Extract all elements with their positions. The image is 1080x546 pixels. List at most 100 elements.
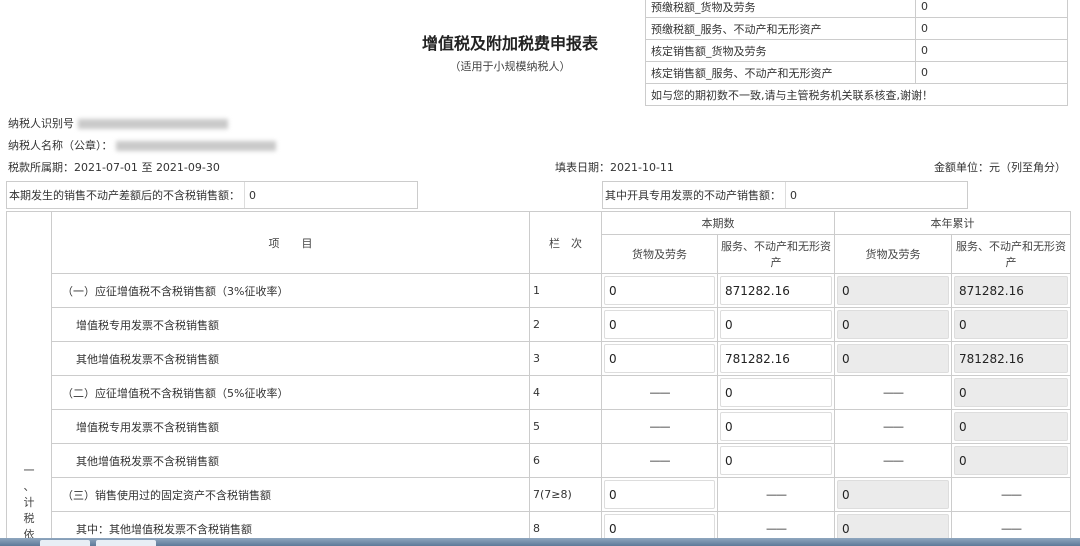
notice-label: 核定销售额_服务、不动产和无形资产 (645, 61, 916, 84)
side-char: 、 (23, 480, 35, 493)
col-group-current: 本期数 (601, 211, 835, 235)
notice-row: 核定销售额_货物及劳务 0 (645, 39, 1068, 62)
taxpayer-name-label: 纳税人名称（公章）： (8, 139, 113, 152)
col-header-lanci: 栏 次 (529, 211, 602, 274)
col-header-item: 项 目 (51, 211, 530, 274)
current-services-input[interactable]: 0 (720, 378, 832, 407)
not-applicable-dash: —— (601, 409, 718, 444)
current-goods-input[interactable]: 0 (604, 344, 715, 373)
prefill-notice-panel: 预缴税额_货物及劳务 0 预缴税额_服务、不动产和无形资产 0 核定销售额_货物… (645, 0, 1068, 106)
notice-label: 核定销售额_货物及劳务 (645, 39, 916, 62)
form-title: 增值税及附加税费申报表 (421, 34, 598, 53)
row-lanci: 3 (529, 341, 602, 376)
current-goods-input[interactable]: 0 (604, 480, 715, 509)
taxpayer-id-redacted (77, 119, 228, 129)
not-applicable-dash: —— (601, 375, 718, 410)
not-applicable-dash: —— (951, 477, 1071, 512)
form-subtitle: （适用于小规模纳税人） (449, 60, 571, 73)
side-char: 计 (23, 496, 35, 509)
tax-period-start: 2021-07-01 (74, 161, 138, 174)
col-header-ytd-goods: 货物及劳务 (834, 234, 952, 274)
ytd-services-field: 0 (954, 378, 1068, 407)
summary-left: 本期发生的销售不动产差额后的不含税销售额： 0 (6, 181, 418, 209)
row-lanci: 2 (529, 307, 602, 342)
not-applicable-dash: —— (834, 443, 952, 478)
ytd-goods-field: 0 (837, 480, 949, 509)
row-lanci: 1 (529, 273, 602, 308)
current-services-input[interactable]: 0 (720, 310, 832, 339)
not-applicable-dash: —— (601, 443, 718, 478)
table-row: 其他增值税发票不含税销售额 6 —— 0 —— 0 (7, 443, 1071, 478)
row-lanci: 4 (529, 375, 602, 410)
ytd-services-field: 871282.16 (954, 276, 1068, 305)
notice-row: 核定销售额_服务、不动产和无形资产 0 (645, 61, 1068, 84)
row-item-label: 其他增值税发票不含税销售额 (51, 443, 530, 478)
notice-value: 0 (915, 61, 1068, 84)
current-services-input[interactable]: 0 (720, 446, 832, 475)
tax-period: 税款所属期：2021-07-01 至 2021-09-30 (8, 159, 220, 175)
side-char: 税 (23, 512, 35, 525)
row-lanci: 6 (529, 443, 602, 478)
col-header-current-goods: 货物及劳务 (601, 234, 718, 274)
current-services-input[interactable]: 781282.16 (720, 344, 832, 373)
summary-left-label: 本期发生的销售不动产差额后的不含税销售额： (9, 189, 240, 202)
table-row: （三）销售使用过的固定资产不含税销售额 7(7≥8) 0 —— 0 —— (7, 477, 1071, 512)
col-header-current-services: 服务、不动产和无形资产 (717, 234, 835, 274)
row-lanci: 5 (529, 409, 602, 444)
current-goods-input[interactable]: 0 (604, 310, 715, 339)
summary-left-value[interactable]: 0 (244, 182, 256, 208)
fill-date: 填表日期：2021-10-11 (555, 159, 674, 175)
taxpayer-id-row: 纳税人识别号 (8, 115, 228, 131)
table-row: 增值税专用发票不含税销售额 5 —— 0 —— 0 (7, 409, 1071, 444)
ytd-goods-field: 0 (837, 344, 949, 373)
taxpayer-name-redacted (116, 141, 276, 151)
notice-message: 如与您的期初数不一致,请与主管税务机关联系核查,谢谢！ (645, 83, 1068, 106)
current-services-input[interactable]: 0 (720, 412, 832, 441)
table-header-row: 一 、 计 税 依 据 项 目 栏 次 本期数 本年累计 (6, 211, 1071, 546)
table-row: （二）应征增值税不含税销售额（5%征收率） 4 —— 0 —— 0 (7, 375, 1071, 410)
not-applicable-dash: —— (834, 375, 952, 410)
notice-value: 0 (915, 0, 1068, 18)
summary-right: 其中开具专用发票的不动产销售额： 0 (602, 181, 968, 209)
row-item-label: 增值税专用发票不含税销售额 (51, 409, 530, 444)
notice-value: 0 (915, 39, 1068, 62)
table-row: （一）应征增值税不含税销售额（3%征收率） 1 0 871282.16 0 87… (7, 273, 1071, 308)
not-applicable-dash: —— (834, 409, 952, 444)
ytd-goods-field: 0 (837, 310, 949, 339)
ytd-services-field: 0 (954, 412, 1068, 441)
tax-period-sep: 至 (141, 161, 153, 174)
amount-unit: 金额单位：元（列至角分） (934, 161, 1066, 174)
os-taskbar (0, 538, 1080, 546)
fill-date-value: 2021-10-11 (610, 161, 674, 174)
taskbar-app-button[interactable] (96, 540, 156, 546)
summary-right-label: 其中开具专用发票的不动产销售额： (605, 189, 781, 202)
ytd-services-field: 781282.16 (954, 344, 1068, 373)
ytd-goods-field: 0 (837, 276, 949, 305)
taxpayer-id-label: 纳税人识别号 (8, 117, 74, 130)
fill-date-label: 填表日期： (555, 161, 610, 174)
taskbar-app-button[interactable] (40, 540, 90, 546)
row-item-label: 其他增值税发票不含税销售额 (51, 341, 530, 376)
declaration-table: 一 、 计 税 依 据 项 目 栏 次 本期数 本年累计 货物及劳务 服务、不动… (6, 211, 1071, 546)
current-services-input[interactable]: 871282.16 (720, 276, 832, 305)
notice-row: 预缴税额_货物及劳务 0 (645, 0, 1068, 18)
current-goods-input[interactable]: 0 (604, 276, 715, 305)
taxpayer-name-row: 纳税人名称（公章）： (8, 137, 276, 153)
table-row: 其他增值税发票不含税销售额 3 0 781282.16 0 781282.16 (7, 341, 1071, 376)
table-row: 增值税专用发票不含税销售额 2 0 0 0 0 (7, 307, 1071, 342)
notice-value: 0 (915, 17, 1068, 40)
notice-row: 预缴税额_服务、不动产和无形资产 0 (645, 17, 1068, 40)
ytd-services-field: 0 (954, 310, 1068, 339)
col-header-ytd-services: 服务、不动产和无形资产 (951, 234, 1071, 274)
notice-label: 预缴税额_货物及劳务 (645, 0, 916, 18)
summary-right-value[interactable]: 0 (785, 182, 797, 208)
notice-label: 预缴税额_服务、不动产和无形资产 (645, 17, 916, 40)
side-char: 一 (23, 464, 35, 477)
row-item-label: （三）销售使用过的固定资产不含税销售额 (51, 477, 530, 512)
row-item-label: （一）应征增值税不含税销售额（3%征收率） (51, 273, 530, 308)
tax-period-label: 税款所属期： (8, 161, 74, 174)
tax-period-end: 2021-09-30 (155, 161, 220, 174)
notice-row: 如与您的期初数不一致,请与主管税务机关联系核查,谢谢！ (645, 83, 1068, 106)
ytd-services-field: 0 (954, 446, 1068, 475)
not-applicable-dash: —— (717, 477, 835, 512)
